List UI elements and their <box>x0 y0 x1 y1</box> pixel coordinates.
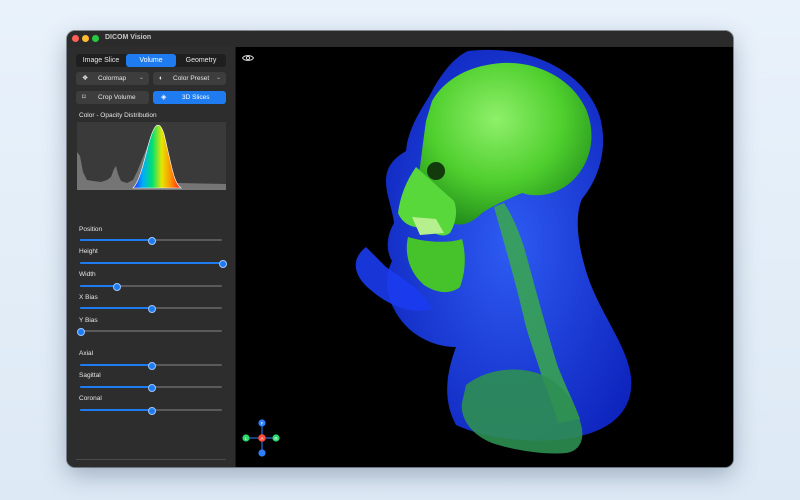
tab-volume[interactable]: Volume <box>126 54 176 67</box>
gizmo-label-top: F <box>261 421 264 426</box>
zoom-window-button[interactable] <box>92 35 99 42</box>
height-slider[interactable] <box>80 260 227 268</box>
slices-3d-label: 3D Slices <box>182 94 210 101</box>
slider-knob[interactable] <box>148 407 156 415</box>
position-slider[interactable] <box>80 237 222 245</box>
mode-tabs: Image Slice Volume Geometry <box>76 54 226 67</box>
sidebar: Image Slice Volume Geometry ❖ Colormap ⌄… <box>67 47 236 467</box>
distribution-title: Color - Opacity Distribution <box>79 112 157 119</box>
crop-volume-label: Crop Volume <box>98 94 136 101</box>
slider-knob[interactable] <box>77 328 85 336</box>
volume-rendering <box>355 49 632 454</box>
histogram-color-curve <box>132 124 182 189</box>
slider-knob[interactable] <box>148 362 156 370</box>
slider-label-position: Position <box>79 226 103 233</box>
chevron-down-icon: ⌄ <box>138 75 144 81</box>
colormap-label: Colormap <box>98 75 127 82</box>
tab-geometry[interactable]: Geometry <box>176 54 226 67</box>
slider-label-y-bias: Y Bias <box>79 317 98 324</box>
colormap-icon: ❖ <box>82 75 89 82</box>
slider-knob[interactable] <box>219 260 227 268</box>
slider-label-axial: Axial <box>79 350 94 357</box>
slider-knob[interactable] <box>148 237 156 245</box>
tab-image-slice[interactable]: Image Slice <box>76 54 126 67</box>
layers-icon: ◈ <box>161 94 167 101</box>
eye-socket <box>427 162 445 180</box>
slider-label-height: Height <box>79 248 98 255</box>
slider-label-x-bias: X Bias <box>79 294 98 301</box>
orientation-gizmo[interactable]: F L A R <box>239 417 283 457</box>
sagittal-slider[interactable] <box>80 384 222 392</box>
app-window: DICOM Vision Image Slice Volume Geometry… <box>67 31 733 467</box>
colormap-button[interactable]: ❖ Colormap ⌄ <box>76 72 149 85</box>
x-bias-slider[interactable] <box>80 305 222 313</box>
y-bias-slider[interactable] <box>77 328 222 336</box>
slider-knob[interactable] <box>148 305 156 313</box>
slider-knob[interactable] <box>112 283 121 291</box>
gizmo-axis-bottom[interactable] <box>258 449 266 457</box>
slider-label-coronal: Coronal <box>79 395 102 402</box>
gizmo-label-center: A <box>260 436 263 441</box>
minimize-window-button[interactable] <box>82 35 89 42</box>
width-slider[interactable] <box>80 283 222 291</box>
axial-slider[interactable] <box>80 362 222 370</box>
chevron-down-icon: ⌄ <box>215 75 221 81</box>
opacity-distribution-histogram[interactable] <box>77 122 226 190</box>
slider-knob[interactable] <box>148 384 156 392</box>
crop-volume-button[interactable]: ⌑ Crop Volume <box>76 91 149 104</box>
slices-3d-button[interactable]: ◈ 3D Slices <box>153 91 226 104</box>
palette-icon: ◐ <box>159 75 164 82</box>
color-preset-button[interactable]: ◐ Color Preset ⌄ <box>153 72 226 85</box>
window-title: DICOM Vision <box>105 34 152 41</box>
histogram-graph <box>77 124 226 189</box>
coronal-slider[interactable] <box>80 407 222 415</box>
slider-label-sagittal: Sagittal <box>79 372 101 379</box>
close-window-button[interactable] <box>72 35 79 42</box>
title-bar: DICOM Vision <box>67 31 733 48</box>
sidebar-divider <box>76 459 226 460</box>
color-preset-label: Color Preset <box>173 75 210 82</box>
crop-icon: ⌑ <box>82 94 86 101</box>
volume-render-viewport[interactable]: F L A R <box>236 47 733 467</box>
slider-label-width: Width <box>79 271 96 278</box>
